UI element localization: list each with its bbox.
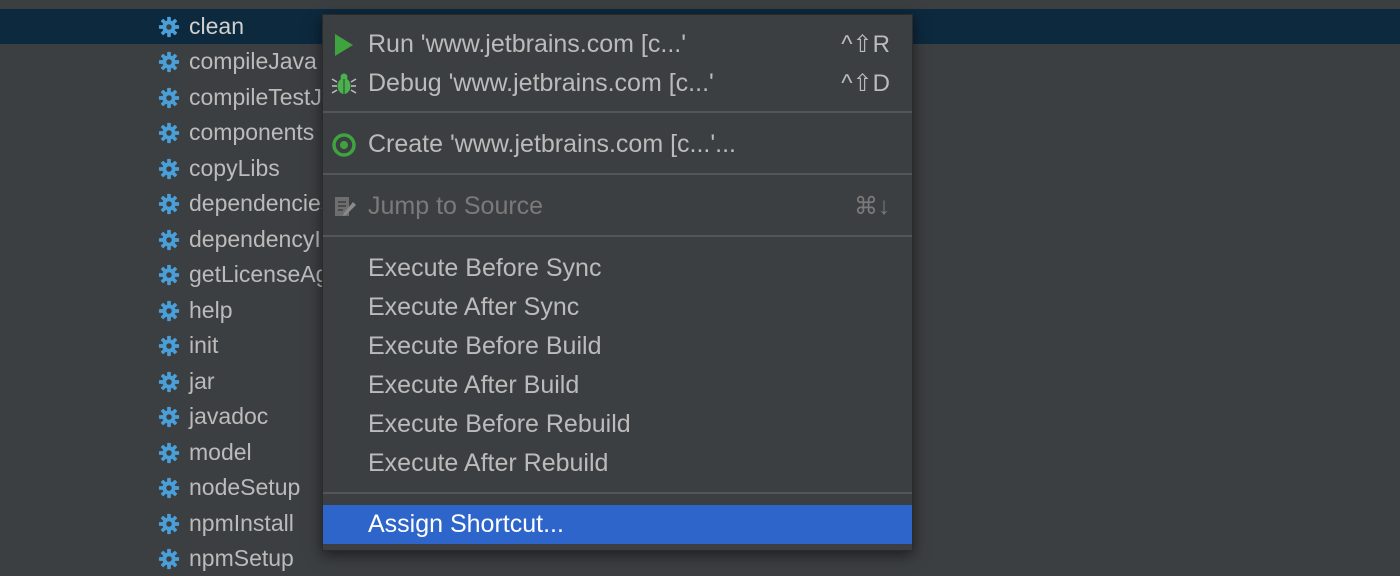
tree-item-label: init (189, 332, 219, 358)
gear-icon (158, 442, 180, 464)
gear-icon (158, 264, 180, 286)
gear-icon (158, 335, 180, 357)
tree-item-label: npmInstall (189, 510, 294, 536)
tree-partial-row (0, 0, 1400, 9)
gear-icon (158, 477, 180, 499)
menu-separator (323, 235, 912, 237)
menu-item-label: Execute Before Rebuild (368, 410, 631, 438)
menu-item-run[interactable]: Run 'www.jetbrains.com [c...' ^⇧R (323, 25, 912, 64)
menu-item-create[interactable]: Create 'www.jetbrains.com [c...'... (323, 125, 912, 164)
tree-item-label: jar (189, 368, 215, 394)
menu-item-label: Execute Before Build (368, 332, 602, 360)
tree-item-label: dependencies (189, 190, 333, 216)
gear-icon (158, 548, 180, 570)
menu-item-execute-before-sync[interactable]: Execute Before Sync (323, 249, 912, 288)
gear-icon (158, 513, 180, 535)
menu-item-label: Execute After Sync (368, 293, 580, 321)
gear-icon (158, 122, 180, 144)
menu-item-label: Execute After Build (368, 371, 580, 399)
gear-icon (158, 87, 180, 109)
menu-item-execute-after-build[interactable]: Execute After Build (323, 366, 912, 405)
menu-item-label: Assign Shortcut... (368, 510, 564, 538)
tree-item-label: copyLibs (189, 155, 280, 181)
gear-icon (158, 193, 180, 215)
menu-separator (323, 111, 912, 113)
menu-item-shortcut: ^⇧D (841, 70, 890, 97)
run-configuration-icon (332, 133, 356, 157)
menu-separator (323, 173, 912, 175)
menu-item-execute-after-sync[interactable]: Execute After Sync (323, 288, 912, 327)
gear-icon (158, 406, 180, 428)
gear-icon (158, 371, 180, 393)
menu-item-jump-to-source[interactable]: Jump to Source ⌘↓ (323, 187, 912, 226)
menu-item-label: Create 'www.jetbrains.com [c...'... (368, 130, 736, 158)
tree-item-label: clean (189, 13, 244, 39)
edit-source-icon (335, 197, 356, 216)
gear-icon (158, 158, 180, 180)
tree-item-label: compileJava (189, 48, 317, 74)
menu-item-execute-before-build[interactable]: Execute Before Build (323, 327, 912, 366)
menu-item-label: Run 'www.jetbrains.com [c...' (368, 30, 686, 58)
run-icon (335, 34, 353, 56)
menu-separator (323, 492, 912, 494)
tree-item-label: components (189, 119, 315, 145)
tree-item-label: nodeSetup (189, 474, 301, 500)
tree-item-label: model (189, 439, 252, 465)
menu-item-execute-after-rebuild[interactable]: Execute After Rebuild (323, 444, 912, 483)
menu-item-label: Execute Before Sync (368, 254, 602, 282)
menu-item-label: Debug 'www.jetbrains.com [c...' (368, 69, 714, 97)
menu-item-label: Execute After Rebuild (368, 449, 609, 477)
gear-icon (158, 229, 180, 251)
gear-icon (158, 300, 180, 322)
tree-item-label: help (189, 297, 233, 323)
menu-item-label: Jump to Source (368, 192, 544, 220)
context-menu: Run 'www.jetbrains.com [c...' ^⇧R Debug … (322, 14, 913, 551)
menu-item-debug[interactable]: Debug 'www.jetbrains.com [c...' ^⇧D (323, 64, 912, 103)
gear-icon (158, 51, 180, 73)
debug-bug-icon (331, 73, 357, 94)
gear-icon (158, 16, 180, 38)
menu-item-assign-shortcut[interactable]: Assign Shortcut... (323, 505, 912, 544)
menu-item-execute-before-rebuild[interactable]: Execute Before Rebuild (323, 405, 912, 444)
menu-item-shortcut: ⌘↓ (854, 193, 890, 220)
menu-item-shortcut: ^⇧R (841, 31, 890, 58)
tree-item-label: npmSetup (189, 545, 294, 571)
tree-item-label: javadoc (189, 403, 269, 429)
